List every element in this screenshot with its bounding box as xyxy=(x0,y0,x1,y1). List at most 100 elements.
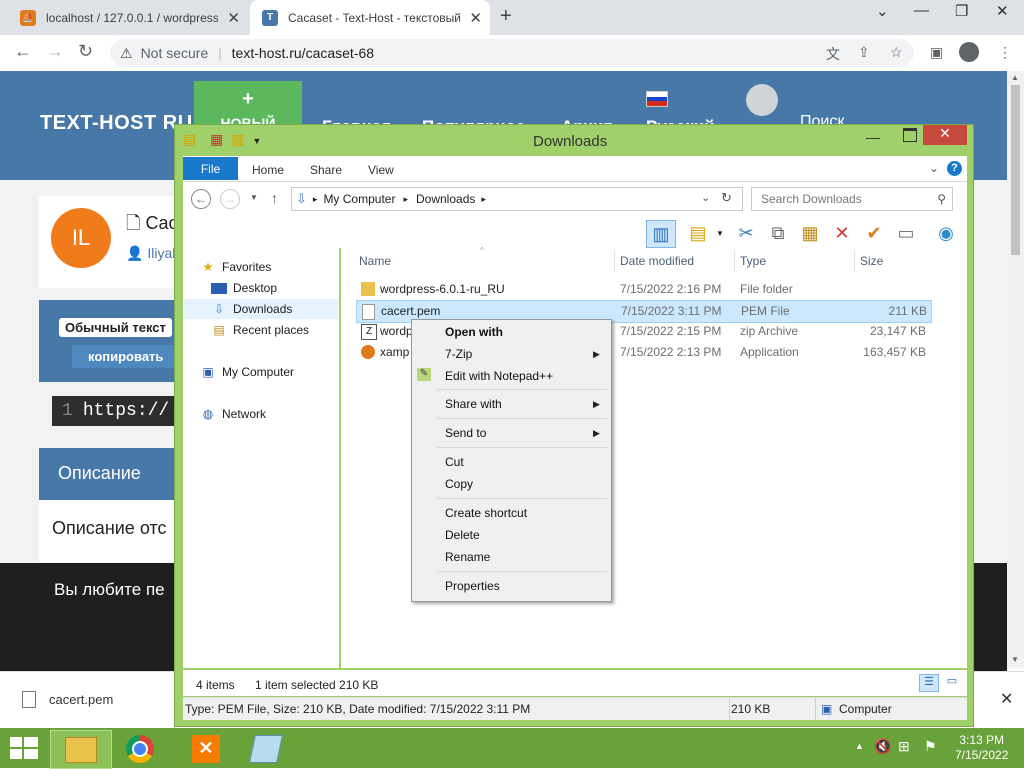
scroll-up-icon[interactable]: ▲ xyxy=(1011,73,1019,82)
chrome-taskbar-icon[interactable] xyxy=(110,730,170,767)
menu-copy[interactable]: Copy xyxy=(445,477,473,491)
nav-my-computer[interactable]: ▣ My Computer xyxy=(200,365,294,379)
nav-desktop[interactable]: Desktop xyxy=(211,281,277,295)
tab-home[interactable]: Home xyxy=(252,163,284,177)
breadcrumb-downloads[interactable]: Downloads xyxy=(416,192,475,206)
column-divider[interactable] xyxy=(614,250,615,272)
url-text[interactable]: text-host.ru/cacaset-68 xyxy=(232,45,374,61)
minimize-icon[interactable]: — xyxy=(914,2,929,19)
new-folder-icon[interactable]: ▥ xyxy=(231,131,244,147)
chevron-down-icon[interactable]: ⌄ xyxy=(876,2,889,20)
star-icon[interactable]: ☆ xyxy=(890,44,903,61)
menu-cut[interactable]: Cut xyxy=(445,455,464,469)
tab-view[interactable]: View xyxy=(368,163,394,177)
column-date-modified[interactable]: Date modified xyxy=(620,254,694,268)
warning-icon[interactable]: ⚠ xyxy=(120,45,133,62)
address-bar[interactable]: ⚠ Not secure | text-host.ru/cacaset-68 xyxy=(110,39,914,67)
folder-options-icon[interactable]: ▤ xyxy=(684,220,712,246)
close-icon[interactable]: ✕ xyxy=(923,125,967,145)
preview-pane-icon[interactable]: ▥ xyxy=(646,220,676,248)
close-download-bar-icon[interactable]: ✕ xyxy=(1000,689,1013,709)
side-panel-icon[interactable]: ▣ xyxy=(930,44,943,61)
nav-network[interactable]: ◍ Network xyxy=(200,407,266,421)
nav-recent-places[interactable]: ▤ Recent places xyxy=(211,323,309,337)
column-name[interactable]: Name xyxy=(359,254,391,268)
scroll-down-icon[interactable]: ▼ xyxy=(1011,655,1019,664)
column-divider[interactable] xyxy=(734,250,735,272)
globe-icon[interactable]: ◉ xyxy=(932,220,960,246)
search-downloads-input[interactable]: Search Downloads ⚲ xyxy=(751,187,953,211)
site-logo[interactable]: TEXT-HOST RU xyxy=(40,112,193,135)
download-item[interactable]: cacert.pem xyxy=(49,692,113,707)
breadcrumb-my-computer[interactable]: My Computer xyxy=(323,192,395,206)
back-icon[interactable]: ← xyxy=(191,189,211,209)
recent-locations-icon[interactable]: ▼ xyxy=(250,193,258,202)
user-avatar-icon[interactable] xyxy=(746,84,778,116)
expand-ribbon-icon[interactable]: ⌄ xyxy=(929,161,939,175)
rename-icon[interactable]: ▭ xyxy=(892,220,920,246)
author-avatar[interactable]: IL xyxy=(51,208,111,268)
menu-edit-notepad[interactable]: Edit with Notepad++ xyxy=(445,369,553,383)
action-center-icon[interactable]: ⚑ xyxy=(924,738,937,755)
tab-phpmyadmin[interactable]: ⛵ localhost / 127.0.0.1 / wordpress ✕ xyxy=(8,0,248,35)
tab-file[interactable]: File xyxy=(183,157,238,180)
author-link[interactable]: 👤 Iliyab xyxy=(126,245,180,262)
menu-create-shortcut[interactable]: Create shortcut xyxy=(445,506,527,520)
show-hidden-icons[interactable]: ▲ xyxy=(855,741,864,751)
nav-downloads[interactable]: ⇩ Downloads xyxy=(211,302,292,316)
delete-icon[interactable]: ✕ xyxy=(828,220,856,246)
menu-delete[interactable]: Delete xyxy=(445,528,480,542)
xampp-taskbar-icon[interactable]: ✕ xyxy=(176,730,236,767)
folder-icon[interactable]: ▤ xyxy=(183,131,196,147)
security-label[interactable]: Not secure xyxy=(141,45,209,61)
back-arrow-icon[interactable]: ← xyxy=(14,41,32,62)
russian-flag-icon[interactable] xyxy=(646,91,668,107)
network-tray-icon[interactable]: ⊞ xyxy=(898,738,910,755)
menu-rename[interactable]: Rename xyxy=(445,550,490,564)
address-dropdown-icon[interactable]: ⌄ xyxy=(701,191,710,204)
menu-open-with[interactable]: Open with xyxy=(445,325,503,339)
maximize-icon[interactable] xyxy=(903,128,917,142)
restore-icon[interactable]: ❐ xyxy=(955,2,968,20)
minimize-icon[interactable]: — xyxy=(866,129,880,145)
column-size[interactable]: Size xyxy=(860,254,883,268)
menu-send-to[interactable]: Send to xyxy=(445,426,486,440)
scroll-thumb[interactable] xyxy=(1011,85,1020,255)
column-type[interactable]: Type xyxy=(740,254,766,268)
copy-icon[interactable]: ⧉ xyxy=(764,220,792,246)
close-tab-icon[interactable]: ✕ xyxy=(469,9,482,27)
refresh-icon[interactable]: ↻ xyxy=(721,190,732,206)
help-icon[interactable]: ? xyxy=(947,161,962,176)
system-clock[interactable]: 3:13 PM 7/15/2022 xyxy=(955,733,1008,763)
menu-share-with[interactable]: Share with xyxy=(445,397,502,411)
page-scrollbar[interactable]: ▲ ▼ xyxy=(1007,71,1024,668)
translate-icon[interactable]: 文 xyxy=(826,44,840,64)
checkmark-icon[interactable]: ✔ xyxy=(860,220,888,246)
file-explorer-taskbar-icon[interactable] xyxy=(50,730,112,769)
new-tab-button[interactable]: + xyxy=(500,5,512,28)
menu-properties[interactable]: Properties xyxy=(445,579,500,593)
speaker-muted-icon[interactable]: 🔇 xyxy=(874,738,891,755)
file-row[interactable]: wordpress-6.0.1-ru_RU 7/15/2022 2:16 PM … xyxy=(356,279,930,300)
reload-icon[interactable]: ↻ xyxy=(78,41,93,62)
nav-favorites[interactable]: ★ Favorites xyxy=(200,260,272,274)
search-icon[interactable]: ⚲ xyxy=(937,192,946,206)
menu-7zip[interactable]: 7-Zip xyxy=(445,347,472,361)
column-divider[interactable] xyxy=(854,250,855,272)
forward-arrow-icon[interactable]: → xyxy=(46,41,64,62)
scissors-icon[interactable]: ✂ xyxy=(732,220,760,246)
paste-icon[interactable]: ▦ xyxy=(796,220,824,246)
details-view-icon[interactable]: ☰ xyxy=(919,674,939,692)
up-arrow-icon[interactable]: ↑ xyxy=(271,190,278,206)
windows-start-icon[interactable] xyxy=(10,737,38,761)
quick-access-toolbar[interactable]: ▤ ▦ ▥ ▼ xyxy=(183,131,261,148)
large-icons-view-icon[interactable]: ▭ xyxy=(943,674,961,690)
share-icon[interactable]: ⇪ xyxy=(858,44,870,61)
notepad-taskbar-icon[interactable] xyxy=(236,730,296,767)
close-window-icon[interactable]: ✕ xyxy=(996,2,1009,20)
profile-icon[interactable] xyxy=(959,42,979,62)
forward-icon[interactable]: → xyxy=(220,189,240,209)
tab-cacaset[interactable]: T Cacaset - Text-Host - текстовый ✕ xyxy=(250,0,490,35)
properties-icon[interactable]: ▦ xyxy=(210,131,223,147)
tab-share[interactable]: Share xyxy=(310,163,342,177)
